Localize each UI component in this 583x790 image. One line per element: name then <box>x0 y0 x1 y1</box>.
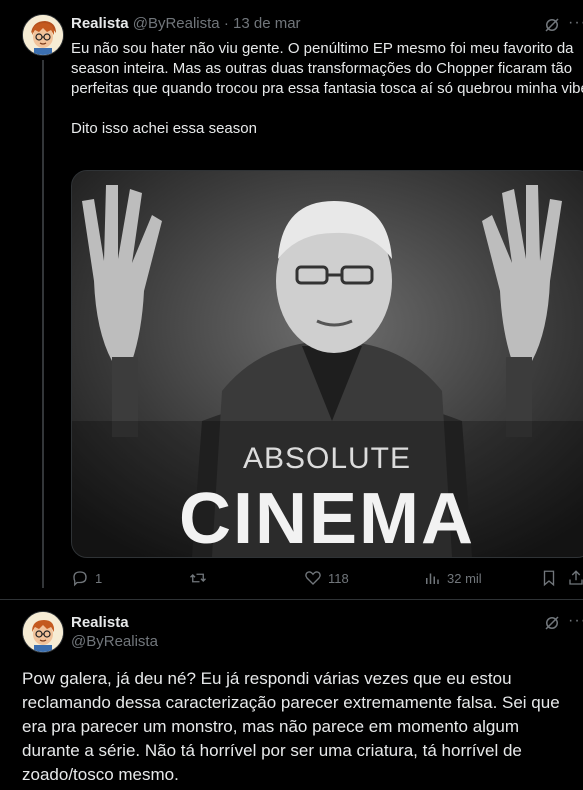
heart-icon <box>305 571 321 585</box>
grok-icon[interactable] <box>543 16 561 34</box>
media-caption-top: ABSOLUTE <box>242 442 412 475</box>
grok-icon[interactable] <box>543 614 561 632</box>
more-options-icon[interactable]: ··· <box>568 14 583 32</box>
reply-count: 1 <box>95 570 103 586</box>
tweet-paragraph: Eu não sou hater não viu gente. O penúlt… <box>71 40 583 97</box>
tweet-text: Pow galera, já deu né? Eu já respondi vá… <box>22 669 560 784</box>
thread-connector-line <box>42 60 44 588</box>
like-count: 118 <box>328 570 349 586</box>
retweet-button[interactable] <box>189 569 213 587</box>
reply-icon <box>73 571 87 587</box>
like-button[interactable]: 118 <box>304 569 349 587</box>
views-button[interactable]: 32 mil <box>423 569 482 587</box>
display-name[interactable]: Realista <box>71 15 129 32</box>
tweet-header: Realista @ByRealista · 13 de mar <box>71 15 301 32</box>
tweet-paragraph: Dito isso achei essa season <box>71 120 257 137</box>
share-button[interactable] <box>567 569 583 587</box>
handle[interactable]: @ByRealista <box>133 15 220 32</box>
retweet-icon <box>190 573 206 583</box>
bookmark-button[interactable] <box>540 569 558 587</box>
views-chart-icon <box>426 573 439 584</box>
bookmark-icon <box>543 570 555 587</box>
share-icon <box>569 570 583 585</box>
tweet-actions: 1 118 32 mil <box>71 569 583 589</box>
media-caption-main: CINEMA <box>179 479 475 559</box>
views-count: 32 mil <box>447 570 482 586</box>
tweet-divider <box>0 599 583 600</box>
tweet-date[interactable]: 13 de mar <box>233 15 301 32</box>
dot-separator: · <box>223 15 229 32</box>
handle[interactable]: @ByRealista <box>71 633 158 650</box>
more-options-icon[interactable]: ··· <box>568 612 583 630</box>
avatar[interactable] <box>22 611 64 653</box>
reply-button[interactable]: 1 <box>71 569 102 587</box>
tweet-text: Eu não sou hater não viu gente. O penúlt… <box>71 39 583 139</box>
avatar[interactable] <box>22 14 64 56</box>
display-name[interactable]: Realista <box>71 614 129 631</box>
